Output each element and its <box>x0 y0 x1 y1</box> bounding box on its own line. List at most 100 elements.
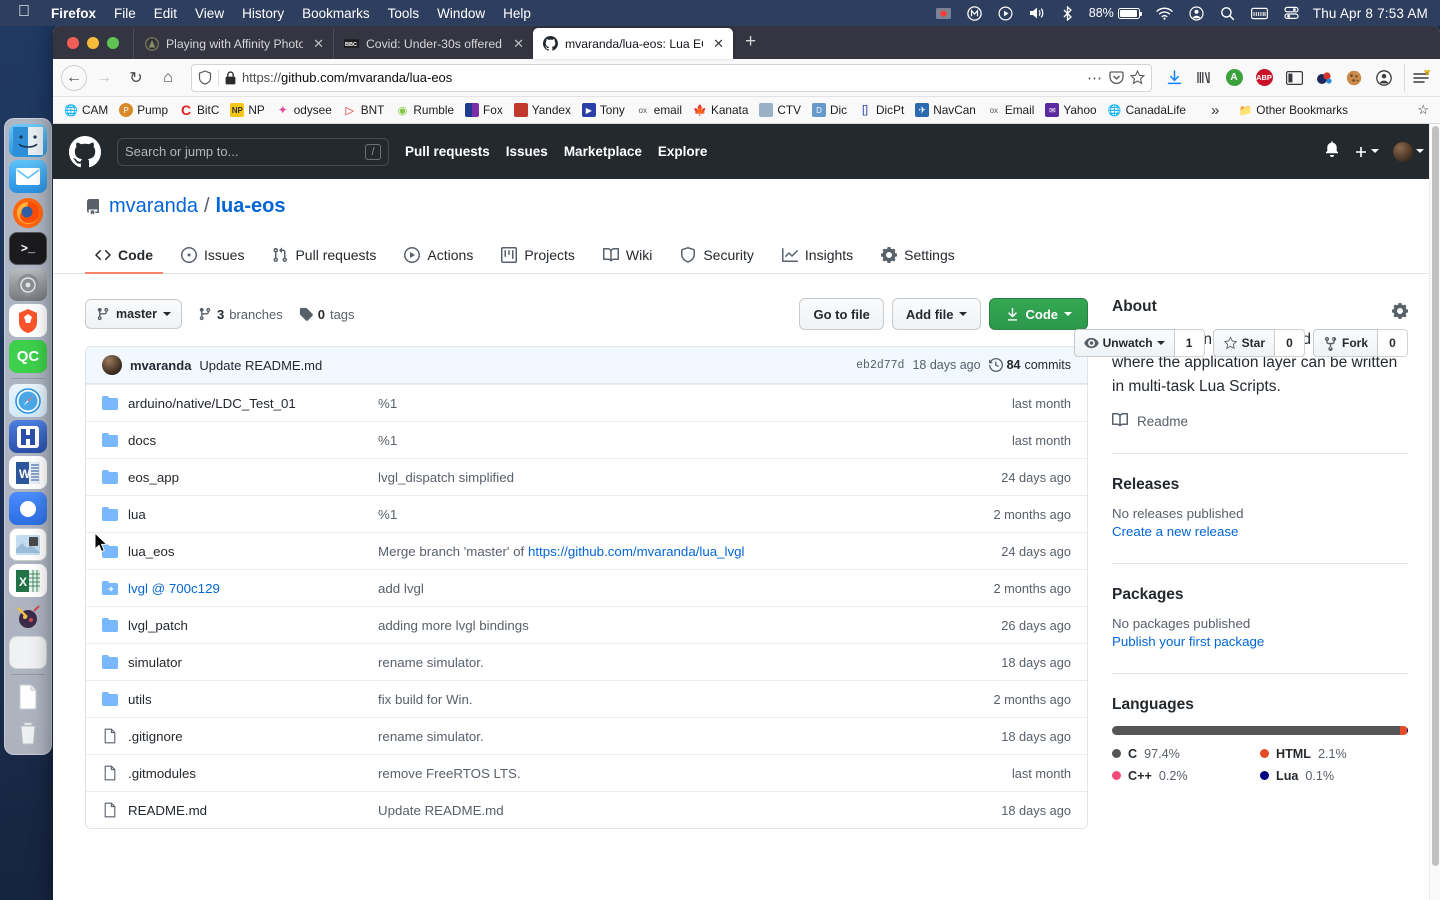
plus-dropdown-icon[interactable] <box>1354 145 1379 159</box>
bookmark-yandex[interactable]: Yandex <box>509 101 576 119</box>
new-tab-button[interactable]: + <box>733 31 768 59</box>
page-scrollbar[interactable] <box>1429 124 1440 900</box>
language-item-c[interactable]: C 97.4% <box>1112 747 1260 761</box>
watch-count[interactable]: 1 <box>1174 329 1205 357</box>
bookmark-this-page-icon[interactable]: ☆ <box>1412 100 1434 120</box>
spotlight-search-icon[interactable] <box>1212 6 1243 21</box>
page-actions-icon[interactable]: ⋯ <box>1087 69 1103 87</box>
github-search-input[interactable]: Search or jump to... / <box>117 137 389 166</box>
tab-security[interactable]: Security <box>670 239 764 274</box>
table-row[interactable]: simulator rename simulator. 18 days ago <box>86 643 1087 680</box>
publish-package-link[interactable]: Publish your first package <box>1112 634 1264 649</box>
downloads-icon[interactable] <box>1160 64 1188 92</box>
menu-bookmarks[interactable]: Bookmarks <box>293 6 379 21</box>
tab-insights[interactable]: Insights <box>772 239 863 274</box>
bookmark-rumble[interactable]: ◉ Rumble <box>390 101 459 119</box>
file-commit-message[interactable]: rename simulator. <box>378 729 1001 744</box>
menu-firefox[interactable]: Firefox <box>42 6 105 21</box>
commit-message[interactable]: Update README.md <box>199 358 322 373</box>
dock-item-excel[interactable]: X <box>9 564 47 597</box>
battery-status[interactable]: 88% <box>1081 6 1148 20</box>
fork-count[interactable]: 0 <box>1378 329 1408 357</box>
table-row[interactable]: lvgl_patch adding more lvgl bindings 26 … <box>86 606 1087 643</box>
maximize-window-button[interactable] <box>107 37 119 49</box>
file-commit-message[interactable]: lvgl_dispatch simplified <box>378 470 1001 485</box>
bookmark-email2[interactable]: ox Email <box>982 101 1040 119</box>
file-name[interactable]: utils <box>128 692 378 707</box>
bookmark-dicpt[interactable]: [] DicPt <box>853 101 909 119</box>
dock-item-terminal[interactable]: >_ <box>9 232 47 265</box>
bookmarks-overflow-button[interactable]: » <box>1206 100 1224 121</box>
file-name[interactable]: .gitignore <box>128 729 378 744</box>
table-row[interactable]: lua %1 2 months ago <box>86 495 1087 532</box>
apple-logo-icon[interactable]:  <box>8 4 42 22</box>
file-name[interactable]: .gitmodules <box>128 766 378 781</box>
table-row[interactable]: eos_app lvgl_dispatch simplified 24 days… <box>86 458 1087 495</box>
colorzilla-icon[interactable] <box>1310 64 1338 92</box>
monterey-m-icon[interactable] <box>959 5 990 21</box>
file-name[interactable]: docs <box>128 433 378 448</box>
table-row[interactable]: lua_eos Merge branch 'master' of https:/… <box>86 532 1087 569</box>
close-tab-3-icon[interactable]: ✕ <box>710 36 727 52</box>
table-row[interactable]: utils fix build for Win. 2 months ago <box>86 680 1087 717</box>
go-to-file-button[interactable]: Go to file <box>799 298 884 330</box>
cookie-icon[interactable] <box>1340 64 1368 92</box>
bookmark-odysee[interactable]: ✦ odysee <box>271 101 337 119</box>
bookmark-dic[interactable]: D Dic <box>807 101 852 119</box>
dock-item-zoom[interactable] <box>9 492 47 525</box>
file-name[interactable]: README.md <box>128 803 378 818</box>
github-logo-icon[interactable] <box>69 135 101 168</box>
add-file-button[interactable]: Add file <box>891 298 981 330</box>
file-commit-message[interactable]: adding more lvgl bindings <box>378 618 1001 633</box>
file-name[interactable]: lua <box>128 507 378 522</box>
user-circle-icon[interactable] <box>1181 5 1212 21</box>
lock-icon[interactable] <box>225 70 236 85</box>
repo-owner-link[interactable]: mvaranda <box>109 195 198 218</box>
unwatch-button[interactable]: Unwatch <box>1073 329 1175 357</box>
commit-author[interactable]: mvaranda <box>130 358 191 373</box>
file-name[interactable]: simulator <box>128 655 378 670</box>
bookmark-bitc[interactable]: C BitC <box>174 101 224 119</box>
table-row[interactable]: .gitignore rename simulator. 18 days ago <box>86 717 1087 754</box>
file-name[interactable]: eos_app <box>128 470 378 485</box>
reader-icon[interactable] <box>1280 64 1308 92</box>
dock-item-preview[interactable] <box>9 528 47 561</box>
home-icon[interactable]: ⌂ <box>153 64 183 92</box>
bookmark-cam[interactable]: 🌐 CAM <box>59 101 113 119</box>
tab-pull-requests[interactable]: Pull requests <box>262 239 386 274</box>
file-commit-message[interactable]: %1 <box>378 396 1012 411</box>
dock-item-trash[interactable] <box>9 716 47 749</box>
bookmark-bnt[interactable]: ▷ BNT <box>338 101 390 119</box>
close-tab-2-icon[interactable]: ✕ <box>510 36 527 52</box>
star-count[interactable]: 0 <box>1274 329 1305 357</box>
menu-help[interactable]: Help <box>494 6 540 21</box>
other-bookmarks-folder[interactable]: 📁 Other Bookmarks <box>1233 101 1353 119</box>
bell-icon[interactable] <box>1324 141 1340 162</box>
keyboard-icon[interactable] <box>1243 7 1276 20</box>
browser-tab-2[interactable]: BBC Covid: Under-30s offered alter ✕ <box>333 28 533 59</box>
bookmark-ctv[interactable]: CTV <box>754 101 806 119</box>
shield-icon[interactable] <box>198 70 212 85</box>
menu-view[interactable]: View <box>186 6 233 21</box>
bookmark-kanata[interactable]: 🍁 Kanata <box>688 101 753 119</box>
nav-pull-requests[interactable]: Pull requests <box>405 144 490 159</box>
bookmark-star-icon[interactable] <box>1130 70 1145 85</box>
menu-history[interactable]: History <box>233 6 293 21</box>
tab-issues[interactable]: Issues <box>171 239 254 274</box>
reload-icon[interactable]: ↻ <box>121 64 151 92</box>
tab-settings[interactable]: Settings <box>871 239 965 274</box>
tab-wiki[interactable]: Wiki <box>593 239 662 274</box>
hamburger-menu-icon[interactable] <box>1404 63 1432 92</box>
file-commit-message[interactable]: %1 <box>378 433 1012 448</box>
table-row[interactable]: README.md Update README.md 18 days ago <box>86 791 1087 828</box>
control-center-icon[interactable] <box>1276 6 1307 20</box>
table-row[interactable]: lvgl @ 700c129 add lvgl 2 months ago <box>86 569 1087 606</box>
branch-selector-button[interactable]: master <box>85 299 182 329</box>
file-commit-message[interactable]: rename simulator. <box>378 655 1001 670</box>
file-commit-message[interactable]: add lvgl <box>378 581 993 596</box>
menubar-clock[interactable]: Thu Apr 8 7:53 AM <box>1307 6 1432 21</box>
gear-icon[interactable] <box>1391 302 1409 324</box>
file-commit-message[interactable]: Update README.md <box>378 803 1001 818</box>
macos-dock[interactable]: >_ QC W X <box>4 118 52 755</box>
url-address-bar[interactable]: https://github.com/mvaranda/lua-eos ⋯ <box>191 63 1152 92</box>
